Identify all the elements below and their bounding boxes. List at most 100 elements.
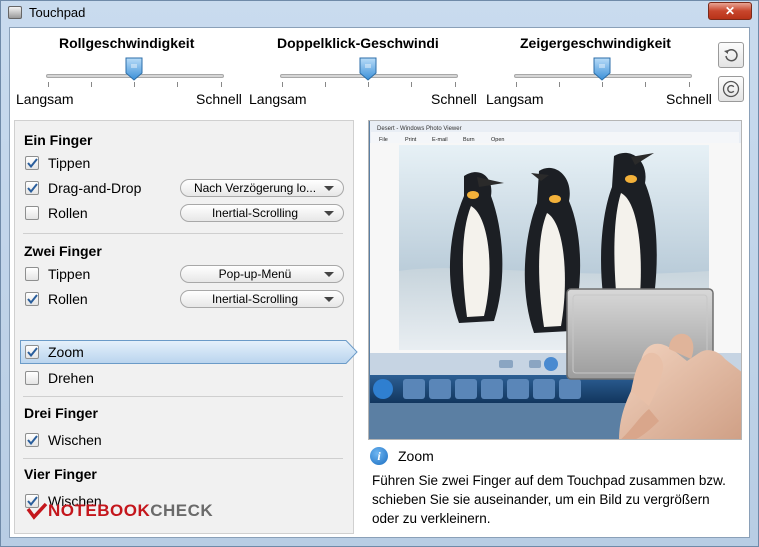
tick — [645, 82, 646, 87]
pointer-speed-slider-group: Zeigergeschwindigkeit Langsam Schnell — [478, 28, 718, 114]
scroll-speed-slider-group: Rollgeschwindigkeit Langsam Schnell — [10, 28, 250, 114]
viewer-menu-burn: Burn — [463, 137, 475, 143]
two-finger-scroll-dropdown-value: Inertial-Scrolling — [211, 292, 299, 306]
one-finger-drag-checkbox[interactable] — [25, 181, 39, 195]
two-finger-scroll-dropdown[interactable]: Inertial-Scrolling — [180, 290, 344, 308]
tick — [455, 82, 456, 87]
gesture-preview-image: Desert - Windows Photo Viewer File Print… — [368, 120, 742, 440]
tick — [602, 82, 603, 87]
checkmark-logo-icon — [26, 502, 48, 520]
pointer-speed-thumb[interactable] — [593, 57, 611, 81]
chevron-down-icon — [324, 211, 334, 216]
one-finger-scroll-dropdown-value: Inertial-Scrolling — [211, 206, 299, 220]
chevron-down-icon — [324, 186, 334, 191]
window-title: Touchpad — [29, 5, 86, 20]
logo-text-check: CHECK — [150, 501, 214, 520]
tick — [48, 82, 49, 87]
one-finger-scroll-label: Rollen — [48, 205, 88, 221]
gesture-options-panel: Ein Finger Tippen Drag-and-Drop Nach Ver… — [14, 120, 358, 534]
title-bar: Touchpad ✕ — [1, 1, 758, 25]
one-finger-scroll-dropdown[interactable]: Inertial-Scrolling — [180, 204, 344, 222]
zoom-gesture-illustration: Desert - Windows Photo Viewer File Print… — [369, 121, 741, 439]
doubleclick-speed-thumb[interactable] — [359, 57, 377, 81]
two-finger-zoom-row[interactable]: Zoom — [20, 340, 358, 364]
one-finger-scroll-row[interactable]: Rollen — [25, 202, 88, 224]
scroll-speed-min-label: Langsam — [16, 91, 74, 107]
settings-content: Rollgeschwindigkeit Langsam Schnell Dopp… — [9, 27, 750, 538]
two-finger-tap-dropdown-value: Pop-up-Menü — [218, 267, 292, 281]
one-finger-tap-row[interactable]: Tippen — [25, 152, 90, 174]
tick — [325, 82, 326, 87]
reset-icon — [724, 49, 738, 62]
two-finger-zoom-row-content: Zoom — [25, 341, 84, 363]
one-finger-scroll-checkbox[interactable] — [25, 206, 39, 220]
section-divider — [23, 458, 343, 459]
section-divider — [23, 396, 343, 397]
scroll-speed-max-label: Schnell — [196, 91, 242, 107]
three-finger-swipe-row[interactable]: Wischen — [25, 429, 102, 451]
chevron-down-icon — [324, 272, 334, 277]
one-finger-header: Ein Finger — [24, 132, 93, 148]
tick — [559, 82, 560, 87]
info-title: Zoom — [398, 448, 434, 464]
two-finger-scroll-row[interactable]: Rollen — [25, 288, 88, 310]
doubleclick-speed-slider-group: Doppelklick-Geschwindi Langsam Schnell — [244, 28, 484, 114]
one-finger-drag-dropdown[interactable]: Nach Verzögerung lo... — [180, 179, 344, 197]
reset-button[interactable] — [718, 42, 744, 68]
two-finger-zoom-label: Zoom — [48, 344, 84, 360]
gesture-info: i Zoom Führen Sie zwei Finger auf dem To… — [368, 444, 744, 534]
section-divider — [23, 233, 343, 234]
copyright-icon — [722, 80, 740, 98]
one-finger-drag-label: Drag-and-Drop — [48, 180, 142, 196]
tick — [689, 82, 690, 87]
scroll-speed-title: Rollgeschwindigkeit — [59, 35, 195, 51]
notebookcheck-logo: NOTEBOOK CHECK — [26, 500, 213, 522]
tick — [134, 82, 135, 87]
scroll-speed-thumb[interactable] — [125, 57, 143, 81]
tick — [282, 82, 283, 87]
info-description: Führen Sie zwei Finger auf dem Touchpad … — [372, 473, 726, 526]
logo-text-notebook: NOTEBOOK — [48, 501, 151, 520]
tick — [516, 82, 517, 87]
viewer-menu-email: E-mail — [432, 137, 448, 143]
chevron-down-icon — [324, 297, 334, 302]
info-icon: i — [370, 447, 388, 465]
tick — [91, 82, 92, 87]
viewer-menu-open: Open — [491, 137, 504, 143]
two-finger-zoom-checkbox[interactable] — [25, 345, 39, 359]
touchpad-window: Touchpad ✕ Rollgeschwindigkeit Langsam S… — [0, 0, 759, 547]
three-finger-swipe-checkbox[interactable] — [25, 433, 39, 447]
viewer-menu-print: Print — [405, 137, 417, 143]
two-finger-scroll-label: Rollen — [48, 291, 88, 307]
pointer-speed-max-label: Schnell — [666, 91, 712, 107]
three-finger-header: Drei Finger — [24, 405, 98, 421]
touchpad-app-icon — [8, 6, 22, 19]
three-finger-swipe-label: Wischen — [48, 432, 102, 448]
pointer-speed-title: Zeigergeschwindigkeit — [520, 35, 671, 51]
doubleclick-speed-title: Doppelklick-Geschwindi — [277, 35, 439, 51]
two-finger-tap-row[interactable]: Tippen — [25, 263, 90, 285]
close-button[interactable]: ✕ — [708, 2, 752, 20]
pointer-speed-min-label: Langsam — [486, 91, 544, 107]
one-finger-drag-row[interactable]: Drag-and-Drop — [25, 177, 141, 199]
two-finger-header: Zwei Finger — [24, 243, 102, 259]
two-finger-rotate-row[interactable]: Drehen — [25, 367, 94, 389]
doubleclick-speed-min-label: Langsam — [249, 91, 307, 107]
two-finger-tap-label: Tippen — [48, 266, 91, 282]
copyright-button[interactable] — [718, 76, 744, 102]
tick — [411, 82, 412, 87]
two-finger-rotate-checkbox[interactable] — [25, 371, 39, 385]
one-finger-tap-checkbox[interactable] — [25, 156, 39, 170]
two-finger-tap-dropdown[interactable]: Pop-up-Menü — [180, 265, 344, 283]
four-finger-header: Vier Finger — [24, 466, 97, 482]
one-finger-drag-dropdown-value: Nach Verzögerung lo... — [193, 181, 317, 195]
one-finger-tap-label: Tippen — [48, 155, 91, 171]
tick — [368, 82, 369, 87]
tick — [177, 82, 178, 87]
two-finger-scroll-checkbox[interactable] — [25, 292, 39, 306]
viewer-title: Desert - Windows Photo Viewer — [377, 126, 462, 132]
two-finger-tap-checkbox[interactable] — [25, 267, 39, 281]
tick — [221, 82, 222, 87]
doubleclick-speed-max-label: Schnell — [431, 91, 477, 107]
two-finger-rotate-label: Drehen — [48, 370, 94, 386]
